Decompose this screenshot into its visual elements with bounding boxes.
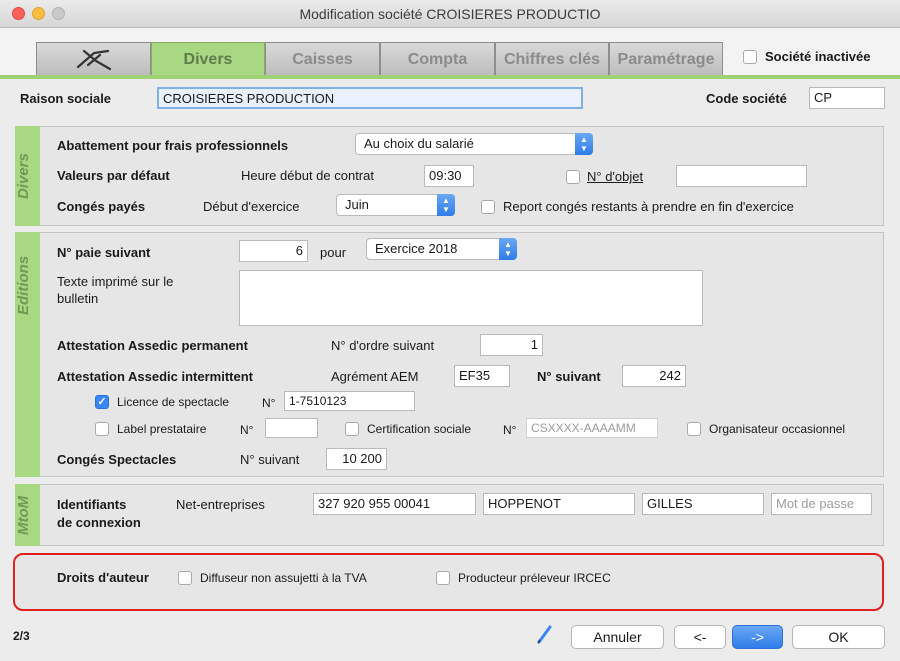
conges-spectacles-no-label: N° suivant xyxy=(240,452,300,467)
agrement-aem-label: Agrément AEM xyxy=(331,369,419,384)
abattement-label: Abattement pour frais professionnels xyxy=(57,138,289,153)
previous-button[interactable]: <- xyxy=(674,625,726,649)
updown-chevron-icon: ▲ ▼ xyxy=(499,238,517,260)
paie-suivant-label: N° paie suivant xyxy=(57,245,151,260)
debut-exercice-select[interactable]: Juin ▲ ▼ xyxy=(336,194,455,216)
organisateur-occasionnel-label: Organisateur occasionnel xyxy=(709,422,846,436)
objet-input[interactable] xyxy=(676,165,807,187)
nom-input[interactable]: HOPPENOT xyxy=(483,493,635,515)
certification-sociale-checkbox[interactable] xyxy=(345,422,359,436)
numero-suivant-input[interactable]: 242 xyxy=(622,365,686,387)
heure-debut-label: Heure début de contrat xyxy=(241,168,374,183)
objet-checkbox[interactable] xyxy=(566,170,580,184)
assedic-permanent-label: Attestation Assedic permanent xyxy=(57,338,248,353)
siret-input[interactable]: 327 920 955 00041 xyxy=(313,493,476,515)
conges-spectacles-label: Congés Spectacles xyxy=(57,452,177,467)
certification-sociale-input[interactable]: CSXXXX-AAAAMM xyxy=(526,418,658,438)
code-societe-input[interactable]: CP xyxy=(809,87,885,109)
licence-spectacle-input[interactable]: 1-7510123 xyxy=(284,391,415,411)
societe-inactivee-checkbox[interactable] xyxy=(743,50,757,64)
ordre-suivant-input[interactable]: 1 xyxy=(480,334,543,356)
mtom-sidebar: MtoM xyxy=(15,484,40,546)
pen-icon[interactable] xyxy=(535,623,555,645)
texte-imprime-label-1: Texte imprimé sur le xyxy=(57,274,174,289)
prenom-input[interactable]: GILLES xyxy=(642,493,764,515)
societe-inactivee-label: Société inactivée xyxy=(765,49,871,64)
exercice-select[interactable]: Exercice 2018 ▲ ▼ xyxy=(366,238,517,260)
objet-link[interactable]: N° d'objet xyxy=(587,169,643,184)
heure-debut-input[interactable]: 09:30 xyxy=(424,165,474,187)
agrement-aem-input[interactable]: EF35 xyxy=(454,365,510,387)
label-no-label: N° xyxy=(240,423,254,437)
window-title: Modification société CROISIERES PRODUCTI… xyxy=(299,6,601,22)
pour-label: pour xyxy=(320,245,347,260)
organisateur-occasionnel-checkbox[interactable] xyxy=(687,422,701,436)
highlight-box xyxy=(13,553,884,611)
licence-no-label: N° xyxy=(262,396,276,410)
code-societe-label: Code société xyxy=(706,91,787,106)
conges-spectacles-input[interactable]: 10 200 xyxy=(326,448,387,470)
report-conges-checkbox[interactable] xyxy=(481,200,495,214)
identifiants-label-1: Identifiants xyxy=(57,497,127,512)
label-prestataire-label: Label prestataire xyxy=(117,422,207,436)
editions-sidebar: Editions xyxy=(15,232,40,477)
tab-chiffres-cles[interactable]: Chiffres clés xyxy=(495,42,609,75)
next-button[interactable]: -> xyxy=(732,625,783,649)
tab-divers[interactable]: Divers xyxy=(151,42,265,75)
mot-de-passe-input[interactable]: Mot de passe xyxy=(771,493,872,515)
page-indicator: 2/3 xyxy=(13,629,30,643)
tab-underline xyxy=(0,75,900,79)
raison-sociale-input[interactable]: CROISIERES PRODUCTION xyxy=(157,87,583,109)
divers-sidebar: Divers xyxy=(15,126,40,226)
debut-exercice-value: Juin xyxy=(345,197,369,212)
editions-side-label: Editions xyxy=(15,255,32,315)
raison-sociale-label: Raison sociale xyxy=(20,91,112,106)
texte-imprime-textarea[interactable] xyxy=(239,270,703,326)
identifiants-label-2: de connexion xyxy=(57,515,141,530)
texte-imprime-label-2: bulletin xyxy=(57,291,99,306)
tab-caisses[interactable]: Caisses xyxy=(265,42,380,75)
abattement-value: Au choix du salarié xyxy=(364,136,474,151)
updown-chevron-icon: ▲ ▼ xyxy=(575,133,593,155)
tab-logo[interactable] xyxy=(36,42,151,75)
certification-no-label: N° xyxy=(503,423,517,437)
exercice-value: Exercice 2018 xyxy=(375,241,458,256)
numero-suivant-label: N° suivant xyxy=(537,369,601,384)
ok-button[interactable]: OK xyxy=(792,625,885,649)
updown-chevron-icon: ▲ ▼ xyxy=(437,194,455,216)
abattement-select[interactable]: Au choix du salarié ▲ ▼ xyxy=(355,133,593,155)
editions-section xyxy=(15,232,884,477)
debut-exercice-label: Début d'exercice xyxy=(203,199,300,214)
valeurs-defaut-label: Valeurs par défaut xyxy=(57,168,170,183)
paie-suivant-input[interactable]: 6 xyxy=(239,240,308,262)
divers-side-label: Divers xyxy=(15,153,32,199)
licence-spectacle-label: Licence de spectacle xyxy=(117,395,230,409)
mtom-side-label: MtoM xyxy=(15,495,32,535)
licence-spectacle-checkbox[interactable]: ✓ xyxy=(95,395,109,409)
conges-payes-label: Congés payés xyxy=(57,199,146,214)
label-prestataire-input[interactable] xyxy=(265,418,318,438)
ordre-suivant-label: N° d'ordre suivant xyxy=(331,338,435,353)
tab-compta[interactable]: Compta xyxy=(380,42,495,75)
assedic-intermittent-label: Attestation Assedic intermittent xyxy=(57,369,253,384)
scissors-bird-logo-icon xyxy=(76,49,111,71)
report-conges-label: Report congés restants à prendre en fin … xyxy=(503,199,794,214)
annuler-button[interactable]: Annuler xyxy=(571,625,664,649)
net-entreprises-label: Net-entreprises xyxy=(176,497,265,512)
tab-parametrage[interactable]: Paramétrage xyxy=(609,42,723,75)
label-prestataire-checkbox[interactable] xyxy=(95,422,109,436)
certification-sociale-label: Certification sociale xyxy=(367,422,472,436)
